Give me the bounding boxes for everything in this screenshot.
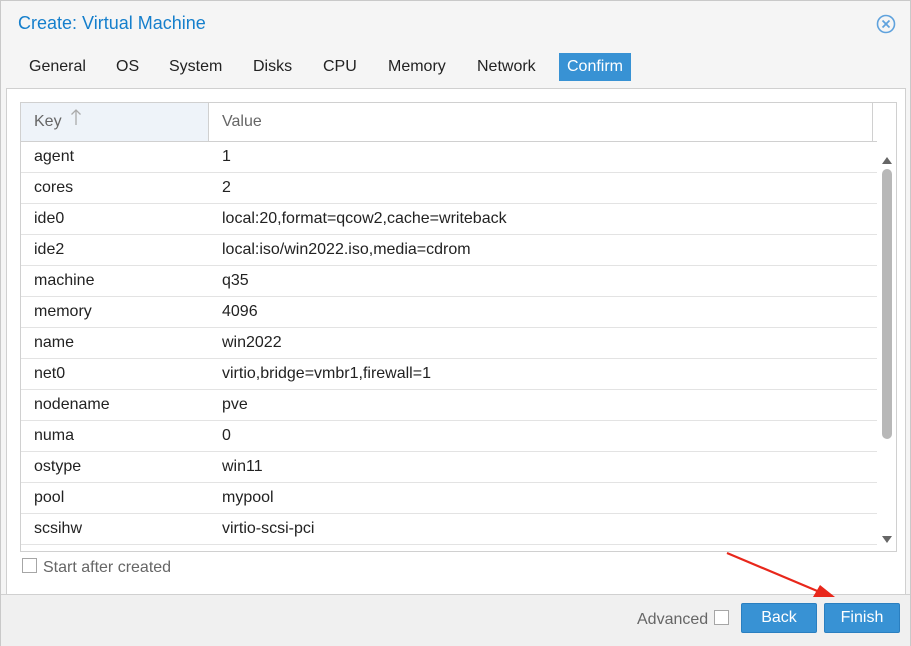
column-header-value-label: Value	[222, 113, 262, 130]
close-icon[interactable]	[876, 14, 896, 34]
row-key: net0	[34, 365, 66, 382]
table-row[interactable]: nodename pve	[21, 390, 877, 421]
finish-button[interactable]: Finish	[824, 603, 900, 633]
row-key: cores	[34, 179, 74, 196]
confirm-panel: Key Value agent 1 cores 2 ide0 local:20,for…	[6, 88, 906, 595]
row-key: name	[34, 334, 75, 351]
row-key: ostype	[34, 458, 82, 475]
column-header-value[interactable]: Value	[209, 103, 873, 141]
scroll-down-arrow-icon[interactable]	[882, 531, 892, 543]
table-row[interactable]: ide0 local:20,format=qcow2,cache=writebac…	[21, 204, 877, 235]
row-key: nodename	[34, 396, 110, 413]
grid-header: Key Value	[21, 103, 877, 142]
row-key: numa	[34, 427, 75, 444]
table-row[interactable]: net0 virtio,bridge=vmbr1,firewall=1	[21, 359, 877, 390]
table-row[interactable]: agent 1	[21, 142, 877, 173]
row-value: pve	[222, 396, 248, 413]
column-header-key-label: Key	[34, 113, 62, 131]
table-row[interactable]: memory 4096	[21, 297, 877, 328]
row-key: agent	[34, 148, 75, 165]
table-row[interactable]: ide2 local:iso/win2022.iso,media=cdrom	[21, 235, 877, 266]
row-value: mypool	[222, 489, 274, 506]
row-key: ide0	[34, 210, 65, 227]
tab-os[interactable]: OS	[108, 53, 147, 81]
row-value: local:20,format=qcow2,cache=writeback	[222, 210, 507, 227]
tab-network[interactable]: Network	[469, 53, 544, 81]
settings-grid: Key Value agent 1 cores 2 ide0 local:20,for…	[20, 102, 897, 552]
row-key: scsihw	[34, 520, 83, 537]
create-vm-dialog: Create: Virtual Machine General OS Syste…	[0, 0, 911, 646]
table-row[interactable]: machine q35	[21, 266, 877, 297]
row-key: ide2	[34, 241, 65, 258]
dialog-title: Create: Virtual Machine	[18, 13, 206, 33]
tab-memory[interactable]: Memory	[380, 53, 454, 81]
row-value: q35	[222, 272, 249, 289]
dialog-titlebar: Create: Virtual Machine	[1, 1, 910, 47]
advanced-toggle[interactable]: Advanced	[637, 610, 730, 629]
tab-cpu[interactable]: CPU	[315, 53, 365, 81]
advanced-label: Advanced	[637, 611, 709, 628]
dialog-footer: Advanced Back Finish	[1, 594, 910, 646]
wizard-tabs: General OS System Disks CPU Memory Netwo…	[1, 47, 910, 87]
tab-general[interactable]: General	[21, 53, 94, 81]
row-value: 0	[222, 427, 231, 444]
row-key: pool	[34, 489, 65, 506]
column-header-key[interactable]: Key	[21, 103, 209, 141]
table-row[interactable]: numa 0	[21, 421, 877, 452]
grid-rows: agent 1 cores 2 ide0 local:20,format=qcow2,…	[21, 142, 877, 545]
start-after-created-checkbox[interactable]: Start after created	[22, 558, 172, 581]
advanced-checkbox[interactable]	[714, 610, 730, 626]
scrollbar-thumb[interactable]	[882, 169, 892, 439]
tab-confirm[interactable]: Confirm	[559, 53, 632, 81]
row-value: 2	[222, 179, 231, 196]
row-value: win11	[222, 458, 263, 475]
row-value: 1	[222, 148, 231, 165]
tab-disks[interactable]: Disks	[245, 53, 300, 81]
table-row[interactable]: ostype win11	[21, 452, 877, 483]
row-value: win2022	[222, 334, 282, 351]
sort-ascending-icon	[70, 103, 82, 141]
row-key: machine	[34, 272, 95, 289]
table-row[interactable]: name win2022	[21, 328, 877, 359]
grid-scrollbar[interactable]	[878, 141, 896, 551]
start-after-created-box[interactable]	[22, 558, 37, 574]
row-value: virtio-scsi-pci	[222, 520, 315, 537]
scroll-up-arrow-icon[interactable]	[882, 151, 892, 164]
row-value: 4096	[222, 303, 258, 320]
row-key: memory	[34, 303, 92, 320]
row-value: virtio,bridge=vmbr1,firewall=1	[222, 365, 431, 382]
tab-system[interactable]: System	[161, 53, 230, 81]
table-row[interactable]: cores 2	[21, 173, 877, 204]
table-row[interactable]: pool mypool	[21, 483, 877, 514]
row-value: local:iso/win2022.iso,media=cdrom	[222, 241, 471, 258]
start-after-created-label: Start after created	[43, 559, 172, 576]
back-button[interactable]: Back	[741, 603, 817, 633]
table-row[interactable]: scsihw virtio-scsi-pci	[21, 514, 877, 545]
